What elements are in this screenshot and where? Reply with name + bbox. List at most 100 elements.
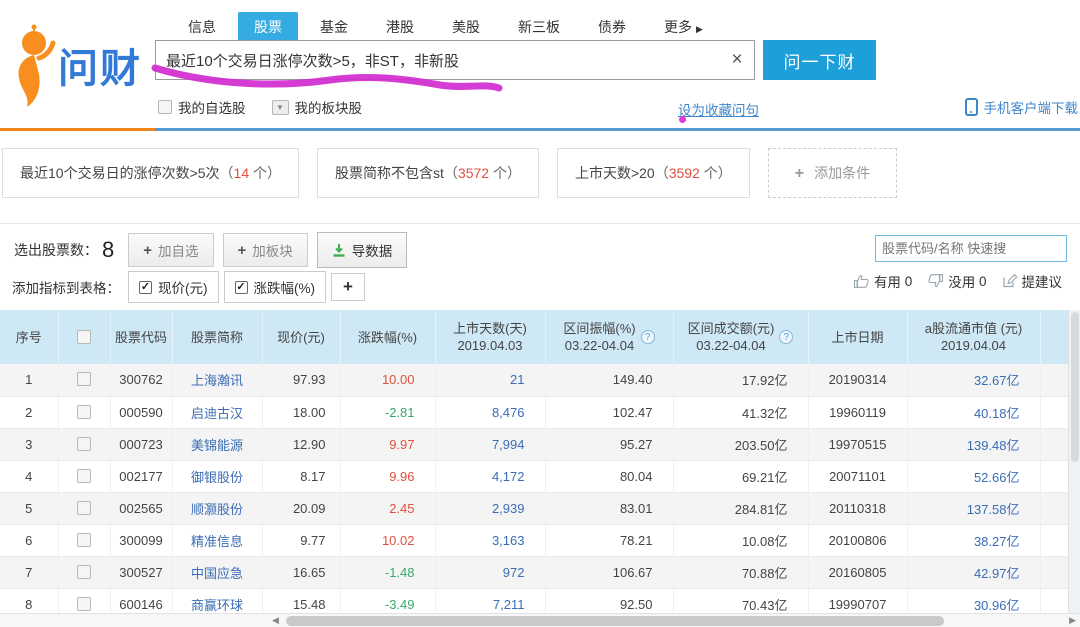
horizontal-scroll-thumb[interactable]	[286, 616, 944, 626]
amplitude-cell: 102.47	[545, 396, 673, 428]
vertical-scrollbar[interactable]	[1068, 310, 1080, 620]
select-all-checkbox[interactable]	[77, 330, 91, 344]
vertical-scroll-thumb[interactable]	[1071, 312, 1079, 462]
help-icon[interactable]: ?	[641, 330, 655, 344]
change-cell: 10.02	[340, 524, 435, 556]
my-sectors-option[interactable]: ▼ 我的板块股	[272, 97, 363, 117]
stock-name-link[interactable]: 中国应急	[191, 566, 243, 581]
list-date-cell: 20160805	[808, 556, 907, 588]
wencai-logo[interactable]: 问财	[8, 22, 142, 108]
header-line2: 2019.04.04	[925, 337, 1023, 354]
indicator-tag-1[interactable]: ✓现价(元)	[128, 271, 219, 303]
header-line1: 上市日期	[831, 329, 883, 346]
indicator-tag-2[interactable]: ✓涨跌幅(%)	[224, 271, 327, 303]
stock-name-link[interactable]: 上海瀚讯	[191, 373, 243, 388]
add-sector-button[interactable]: + 加板块	[223, 233, 308, 267]
quick-search-box	[875, 235, 1067, 262]
price-cell: 8.17	[262, 460, 340, 492]
header-cell-2	[58, 310, 110, 364]
amplitude-cell: 106.67	[545, 556, 673, 588]
row-checkbox[interactable]	[77, 437, 91, 451]
nav-tab-7[interactable]: 债券	[582, 12, 642, 42]
price-cell: 18.00	[262, 396, 340, 428]
scroll-right-icon[interactable]: ▶	[1069, 615, 1076, 626]
days-cell: 2,939	[435, 492, 545, 524]
checked-checkbox-icon[interactable]: ✓	[235, 281, 248, 294]
row-checkbox[interactable]	[77, 405, 91, 419]
ask-button[interactable]: 问一下财	[763, 40, 876, 80]
clear-icon[interactable]: ×	[720, 49, 754, 71]
add-condition-button[interactable]: +添加条件	[768, 148, 897, 198]
change-cell: 2.45	[340, 492, 435, 524]
my-sectors-label: 我的板块股	[295, 97, 363, 117]
app-download-link[interactable]: 手机客户端下载	[965, 97, 1079, 117]
checkbox-cell	[58, 556, 110, 588]
my-watchlist-checkbox[interactable]	[158, 100, 172, 114]
seq-cell: 4	[0, 460, 58, 492]
useful-label: 有用	[874, 271, 901, 291]
header-cell-4: 股票简称	[172, 310, 262, 364]
header-cell-8: 区间振幅(%)03.22-04.04?	[545, 310, 673, 364]
my-sectors-dropdown-icon[interactable]: ▼	[272, 100, 289, 115]
condition-count: 3572	[458, 165, 489, 181]
scroll-left-icon[interactable]: ◀	[272, 615, 279, 626]
header-divider	[0, 128, 1080, 131]
plus-icon: +	[238, 242, 247, 259]
nav-tab-4[interactable]: 港股	[370, 12, 430, 42]
indicators-label: 添加指标到表格：	[8, 277, 120, 297]
row-checkbox[interactable]	[77, 372, 91, 386]
condition-paren: （	[444, 165, 458, 181]
stock-name-cell: 启迪古汉	[172, 396, 262, 428]
row-checkbox[interactable]	[77, 533, 91, 547]
stock-code-cell: 300762	[110, 364, 172, 396]
nav-tab-5[interactable]: 美股	[436, 12, 496, 42]
row-checkbox[interactable]	[77, 501, 91, 515]
plus-icon: +	[143, 242, 152, 259]
days-cell: 3,163	[435, 524, 545, 556]
row-checkbox[interactable]	[77, 565, 91, 579]
nav-tab-more[interactable]: 更多▶	[648, 12, 719, 42]
stock-name-link[interactable]: 顺灏股份	[191, 502, 243, 517]
nav-tab-2[interactable]: 股票	[238, 12, 298, 42]
table-row-6: 6300099精准信息9.7710.023,16378.2110.08亿2010…	[0, 524, 1068, 556]
nav-tab-3[interactable]: 基金	[304, 12, 364, 42]
stock-name-link[interactable]: 商赢环球	[191, 598, 243, 613]
row-checkbox[interactable]	[77, 597, 91, 611]
header-cell-9: 区间成交额(元)03.22-04.04?	[673, 310, 808, 364]
checked-checkbox-icon[interactable]: ✓	[139, 281, 152, 294]
export-data-button[interactable]: 导数据	[317, 232, 408, 268]
stock-name-link[interactable]: 精准信息	[191, 534, 243, 549]
days-cell: 8,476	[435, 396, 545, 428]
condition-paren: （	[220, 165, 234, 181]
row-checkbox[interactable]	[77, 469, 91, 483]
seq-cell: 1	[0, 364, 58, 396]
help-icon[interactable]: ?	[779, 330, 793, 344]
add-watchlist-button[interactable]: + 加自选	[128, 233, 213, 267]
list-date-cell: 20100806	[808, 524, 907, 556]
stock-name-link[interactable]: 美锦能源	[191, 438, 243, 453]
suggest-button[interactable]: 提建议	[1002, 271, 1063, 291]
query-input[interactable]	[156, 41, 720, 79]
checkbox-cell	[58, 396, 110, 428]
horizontal-scrollbar[interactable]: ◀ ▶	[0, 613, 1080, 627]
float-cap-cell: 139.48亿	[907, 428, 1040, 460]
table-row-2: 2000590启迪古汉18.00-2.818,476102.4741.32亿19…	[0, 396, 1068, 428]
turnover-cell: 284.81亿	[673, 492, 808, 524]
useless-button[interactable]: 没用 0	[927, 271, 986, 291]
condition-box-2[interactable]: 股票简称不包含st（3572 个）	[317, 148, 539, 198]
stock-name-link[interactable]: 御银股份	[191, 470, 243, 485]
favorite-question-link[interactable]: 设为收藏问句	[678, 99, 759, 119]
stock-code-cell: 002177	[110, 460, 172, 492]
quick-search-input[interactable]	[876, 241, 1064, 256]
nav-tab-1[interactable]: 信息	[172, 12, 232, 42]
header-line1: a股流通市值 (元)	[925, 320, 1023, 337]
header-cell-6: 涨跌幅(%)	[340, 310, 435, 364]
my-watchlist-option[interactable]: 我的自选股	[158, 97, 246, 117]
condition-box-1[interactable]: 最近10个交易日的涨停次数>5次（14 个）	[2, 148, 299, 198]
useful-button[interactable]: 有用 0	[853, 271, 912, 291]
nav-tab-6[interactable]: 新三板	[502, 12, 576, 42]
condition-count: 3592	[669, 165, 700, 181]
stock-name-link[interactable]: 启迪古汉	[191, 406, 243, 421]
add-indicator-button[interactable]: +	[331, 273, 365, 301]
condition-box-3[interactable]: 上市天数>20（3592 个）	[557, 148, 750, 198]
